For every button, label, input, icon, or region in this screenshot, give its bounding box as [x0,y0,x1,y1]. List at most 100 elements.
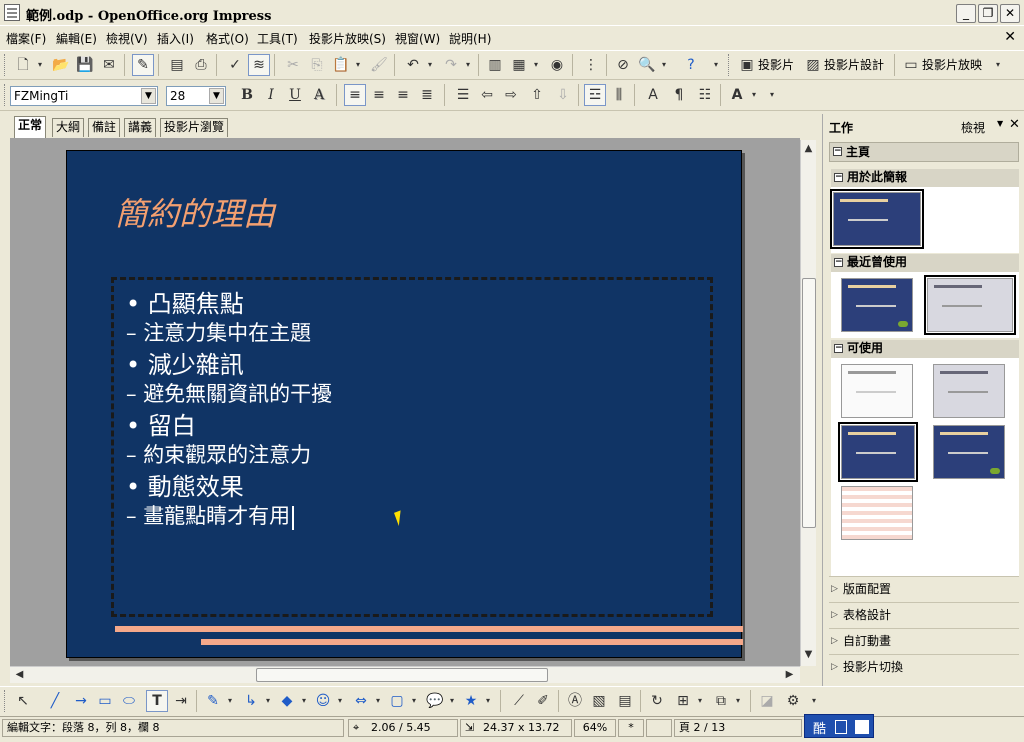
undo-dropdown-icon[interactable]: ▾ [426,54,434,76]
slide-transition-section[interactable]: 投影片切換 [829,654,1019,679]
gallery-icon[interactable]: ▤ [614,690,636,712]
master-thumbnail[interactable] [933,364,1005,418]
rectangle-icon[interactable]: ▭ [94,690,116,712]
close-window-button[interactable]: ✕ [1000,4,1020,23]
master-thumbnail[interactable] [841,278,913,332]
horizontal-scroll-thumb[interactable] [256,668,548,682]
used-in-presentation-header[interactable]: − 用於此簡報 [831,169,1019,187]
fontwork-gallery-icon[interactable]: Ⓐ [564,690,586,712]
arrange-icon[interactable]: ⧉ [710,690,732,712]
horizontal-scrollbar[interactable]: ◀ ▶ [10,666,800,683]
tab-slide-sorter[interactable]: 投影片瀏覽 [160,118,229,137]
slideshow-icon[interactable]: ▭ [900,54,922,76]
align-right-icon[interactable]: ≡ [392,84,414,106]
task-pane-view-menu[interactable]: 檢視 [961,119,985,136]
chevron-down-icon[interactable]: ▼ [141,88,156,104]
edit-file-icon[interactable]: ✎ [132,54,154,76]
italic-button[interactable]: I [260,84,282,106]
select-arrow-icon[interactable]: ↖ [12,690,34,712]
move-up-icon[interactable]: ⇧ [526,84,548,106]
chevron-down-icon[interactable]: ▼ [209,88,224,104]
scroll-left-icon[interactable]: ◀ [12,668,27,683]
rotate-icon[interactable]: ↻ [646,690,668,712]
toolbar-overflow-icon[interactable]: ▾ [994,54,1002,76]
new-dropdown-icon[interactable]: ▾ [36,54,44,76]
zoom-icon[interactable]: 🔍 [636,54,658,76]
menu-edit[interactable]: 編輯(E) [56,30,97,47]
flowchart-icon[interactable]: ▢ [386,690,408,712]
collapse-icon[interactable]: − [834,344,843,353]
master-pages-section[interactable]: − 主頁 [829,142,1019,162]
align-left-icon[interactable]: ≡ [344,84,366,106]
chart-icon[interactable]: ▥ [484,54,506,76]
stars-icon[interactable]: ★ [460,690,482,712]
arrange-dropdown-icon[interactable]: ▾ [734,690,742,712]
auto-spellcheck-icon[interactable]: ≋ [248,54,270,76]
new-document-icon[interactable]: 🗋 [12,54,34,76]
font-size-combo[interactable]: 28 ▼ [166,86,226,106]
close-document-icon[interactable]: ✕ [1004,29,1016,45]
connector-icon[interactable]: ↳ [240,690,262,712]
vertical-scroll-thumb[interactable] [802,278,816,528]
tab-notes[interactable]: 備註 [88,118,121,137]
slide-workspace[interactable]: 簡約的理由 • 凸顯焦點 – 注意力集中在主題 • 減少雜訊 – 避免無關資訊的… [10,138,800,666]
font-color-button[interactable]: A [726,84,748,106]
paragraph-icon[interactable]: ¶ [668,84,690,106]
toolbar-overflow-icon[interactable]: ▾ [768,84,776,106]
slide-design-button-label[interactable]: 投影片設計 [824,54,884,76]
outline-text-box[interactable]: • 凸顯焦點 – 注意力集中在主題 • 減少雜訊 – 避免無關資訊的干擾 • 留… [111,277,713,617]
alignment-icon[interactable]: ⊞ [672,690,694,712]
layouts-section[interactable]: 版面配置 [829,576,1019,601]
ime-half-width-icon[interactable] [835,720,847,734]
tab-normal[interactable]: 正常 [14,116,47,138]
interaction-icon[interactable]: ⚙ [782,690,804,712]
demote-icon[interactable]: ⇨ [500,84,522,106]
master-thumbnail[interactable] [841,364,913,418]
curve-dropdown-icon[interactable]: ▾ [226,690,234,712]
slide-title[interactable]: 簡約的理由 [115,189,275,235]
slideshow-button-label[interactable]: 投影片放映 [922,54,982,76]
symbol-shapes-icon[interactable]: ☺ [312,690,334,712]
email-icon[interactable]: ✉ [98,54,120,76]
spellcheck-icon[interactable]: ✓ [224,54,246,76]
block-arrows-dropdown-icon[interactable]: ▾ [374,690,382,712]
menu-view[interactable]: 檢視(V) [106,30,148,47]
alignment-dropdown-icon[interactable]: ▾ [696,690,704,712]
table-icon[interactable]: ▦ [508,54,530,76]
minimize-button[interactable]: _ [956,4,976,23]
slide-button-label[interactable]: 投影片 [758,54,794,76]
toolbar-grip[interactable] [4,690,7,712]
table-design-section[interactable]: 表格設計 [829,602,1019,627]
font-color-dropdown-icon[interactable]: ▾ [750,84,758,106]
master-thumbnail[interactable] [933,425,1005,479]
ime-toolbar[interactable]: 酷 [804,714,874,738]
menu-tools[interactable]: 工具(T) [257,30,298,47]
bold-button[interactable]: B [236,84,258,106]
chevron-down-icon[interactable]: ▼ [997,119,1003,128]
redo-dropdown-icon[interactable]: ▾ [464,54,472,76]
ime-punctuation-icon[interactable] [855,720,869,734]
table-dropdown-icon[interactable]: ▾ [532,54,540,76]
toolbar-overflow-icon[interactable]: ▾ [810,690,818,712]
master-thumbnail[interactable] [924,275,1016,335]
task-pane-close-icon[interactable]: ✕ [1009,117,1020,132]
basic-shapes-icon[interactable]: ◆ [276,690,298,712]
ime-mode[interactable]: 酷 [813,718,826,737]
clone-formatting-icon[interactable]: 🖌 [368,54,390,76]
zoom-dropdown-icon[interactable]: ▾ [660,54,668,76]
save-icon[interactable]: 💾 [74,54,96,76]
recently-used-header[interactable]: − 最近曾使用 [831,254,1019,272]
glue-points-icon[interactable]: ✐ [532,690,554,712]
toolbar-grip[interactable] [728,54,731,76]
move-down-icon[interactable]: ⇩ [552,84,574,106]
collapse-icon[interactable]: − [834,258,843,267]
navigator-icon[interactable]: ⊘ [612,54,634,76]
align-center-icon[interactable]: ≡ [368,84,390,106]
master-thumbnail[interactable] [830,189,924,249]
new-slide-icon[interactable]: ▣ [736,54,758,76]
open-folder-icon[interactable]: 📂 [50,54,72,76]
tab-handout[interactable]: 講義 [124,118,157,137]
vertical-text-icon[interactable]: ⇥ [170,690,192,712]
menu-slideshow[interactable]: 投影片放映(S) [309,30,386,47]
from-file-icon[interactable]: ▧ [588,690,610,712]
